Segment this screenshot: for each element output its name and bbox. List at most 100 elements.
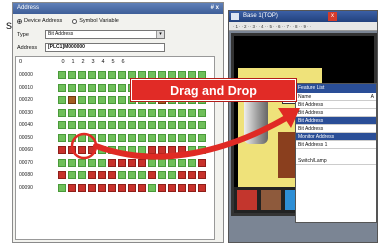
bit-cell[interactable] [108, 108, 116, 117]
bit-cell[interactable] [178, 121, 186, 129]
bit-cell[interactable] [118, 96, 126, 104]
bit-cell[interactable] [98, 121, 106, 129]
bit-cell[interactable] [68, 108, 76, 117]
bit-cell[interactable] [198, 121, 206, 129]
bit-cell[interactable] [188, 133, 196, 142]
bit-cell[interactable] [128, 171, 136, 179]
property-row[interactable]: Bit Address 1 [296, 141, 376, 149]
bit-cell[interactable] [138, 183, 146, 192]
bit-cell[interactable] [88, 96, 96, 104]
bit-cell[interactable] [198, 183, 206, 192]
bit-cell[interactable] [78, 71, 86, 79]
bit-cell[interactable] [118, 71, 126, 79]
bit-cell[interactable] [78, 96, 86, 104]
bit-cell[interactable] [178, 171, 186, 179]
bit-cell[interactable] [158, 108, 166, 117]
bit-cell[interactable] [128, 71, 136, 79]
bit-cell[interactable] [168, 171, 176, 179]
bit-cell[interactable] [178, 133, 186, 142]
chevron-down-icon[interactable]: ▾ [156, 31, 164, 38]
bit-cell[interactable] [128, 133, 136, 142]
bit-cell[interactable] [118, 183, 126, 192]
property-row[interactable]: Bit Address [296, 125, 376, 133]
bit-cell[interactable] [98, 133, 106, 142]
property-row[interactable]: Bit Address [296, 101, 376, 109]
bit-cell[interactable] [108, 171, 116, 179]
bit-cell[interactable] [58, 146, 66, 154]
bit-cell[interactable] [108, 146, 116, 154]
bit-cell[interactable] [108, 121, 116, 129]
property-row[interactable]: Name A [296, 93, 376, 101]
close-icon[interactable]: x [328, 12, 337, 21]
bit-cell[interactable] [138, 158, 146, 167]
bit-cell[interactable] [108, 158, 116, 167]
bit-cell[interactable] [108, 96, 116, 104]
red-switch-part[interactable] [237, 190, 257, 210]
bit-cell[interactable] [88, 83, 96, 92]
address-panel-titlebar[interactable]: Address # x [13, 3, 223, 14]
bit-cell[interactable] [98, 158, 106, 167]
bit-cell[interactable] [58, 121, 66, 129]
bit-cell[interactable] [178, 158, 186, 167]
bit-cell[interactable] [148, 71, 156, 79]
bit-cell[interactable] [68, 146, 76, 154]
bit-cell[interactable] [88, 71, 96, 79]
bit-cell[interactable] [78, 121, 86, 129]
bit-cell[interactable] [78, 183, 86, 192]
bit-cell[interactable] [68, 71, 76, 79]
bit-cell[interactable] [58, 183, 66, 192]
bit-cell[interactable] [158, 133, 166, 142]
property-row[interactable]: Monitor Address [296, 133, 376, 141]
bit-cell[interactable] [108, 83, 116, 92]
bit-cell[interactable] [138, 133, 146, 142]
bit-cell[interactable] [68, 121, 76, 129]
address-input[interactable]: [PLC1]M000000 [45, 43, 165, 52]
bit-cell[interactable] [168, 158, 176, 167]
bit-cell[interactable] [188, 146, 196, 154]
bit-cell[interactable] [178, 183, 186, 192]
bit-cell[interactable] [188, 158, 196, 167]
bit-cell[interactable] [118, 171, 126, 179]
symbol-variable-radio[interactable]: Symbol Variable [72, 18, 119, 24]
bit-cell[interactable] [88, 171, 96, 179]
property-row[interactable] [296, 149, 376, 157]
property-row[interactable]: Switch/Lamp [296, 157, 376, 165]
bit-cell[interactable] [78, 146, 86, 154]
bit-cell[interactable] [138, 171, 146, 179]
bit-cell[interactable] [98, 96, 106, 104]
bit-cell[interactable] [108, 133, 116, 142]
bit-cell[interactable] [78, 158, 86, 167]
property-row[interactable]: Bit Address [296, 117, 376, 125]
bit-cell[interactable] [88, 183, 96, 192]
bit-cell[interactable] [158, 71, 166, 79]
bit-cell[interactable] [148, 183, 156, 192]
bit-cell[interactable] [68, 158, 76, 167]
bit-cell[interactable] [128, 183, 136, 192]
bit-cell[interactable] [128, 158, 136, 167]
bit-cell[interactable] [148, 171, 156, 179]
bit-cell[interactable] [68, 171, 76, 179]
bit-cell[interactable] [138, 121, 146, 129]
bit-cell[interactable] [198, 146, 206, 154]
bit-cell[interactable] [188, 108, 196, 117]
bit-cell[interactable] [88, 108, 96, 117]
bit-cell[interactable] [148, 146, 156, 154]
bit-cell[interactable] [198, 133, 206, 142]
base-window-titlebar[interactable]: Base 1(TOP) x [229, 11, 377, 22]
device-address-radio[interactable]: Device Address [17, 18, 62, 24]
bit-cell[interactable] [158, 183, 166, 192]
bit-cell[interactable] [58, 83, 66, 92]
bit-cell[interactable] [168, 133, 176, 142]
bit-cell[interactable] [198, 108, 206, 117]
bit-cell[interactable] [148, 133, 156, 142]
bit-cell[interactable] [178, 71, 186, 79]
bit-cell[interactable] [168, 146, 176, 154]
bit-cell[interactable] [128, 146, 136, 154]
bit-cell[interactable] [58, 171, 66, 179]
brown-switch-part[interactable] [261, 190, 281, 210]
bit-cell[interactable] [78, 108, 86, 117]
bit-cell[interactable] [198, 171, 206, 179]
bit-cell[interactable] [178, 146, 186, 154]
bit-cell[interactable] [78, 171, 86, 179]
bit-cell[interactable] [158, 158, 166, 167]
